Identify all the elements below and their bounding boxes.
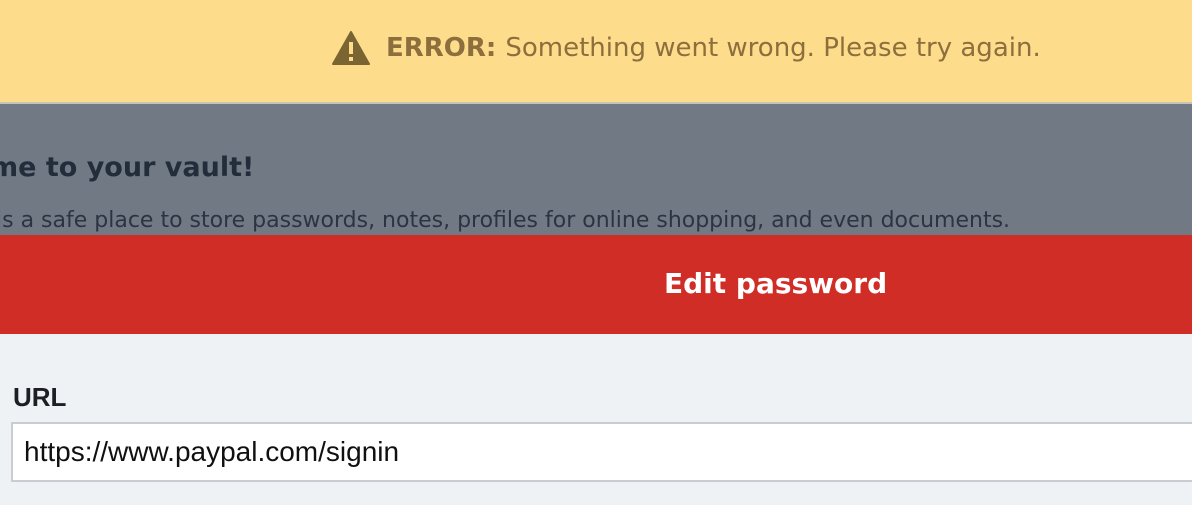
warning-icon [332, 30, 370, 66]
vault-welcome-description: is a safe place to store passwords, note… [0, 208, 1011, 233]
url-input[interactable] [11, 422, 1192, 482]
error-prefix: ERROR: [386, 33, 497, 63]
vault-welcome-title: me to your vault! [0, 152, 255, 183]
modal-header: Edit password [0, 235, 1192, 334]
modal-body: URL [0, 334, 1192, 505]
vault-welcome-panel: me to your vault! is a safe place to sto… [0, 104, 1192, 235]
modal-title: Edit password [664, 267, 888, 300]
error-content: ERROR: Something went wrong. Please try … [332, 28, 1041, 68]
error-banner: ERROR: Something went wrong. Please try … [0, 0, 1192, 104]
error-message: Something went wrong. Please try again. [505, 33, 1041, 63]
url-label: URL [13, 382, 67, 412]
